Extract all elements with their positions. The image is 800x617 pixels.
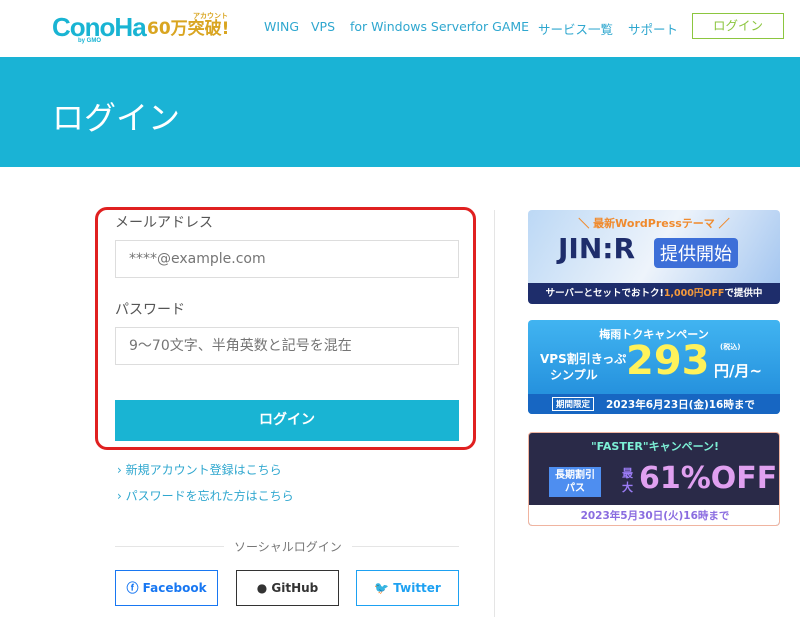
chevron-right-icon: ›: [117, 463, 126, 477]
ad-tsuyu-unit: 円/月~: [714, 362, 763, 380]
nav-windows[interactable]: for Windows Server: [350, 19, 472, 34]
ad-tsuyu-left2: シンプル: [550, 368, 598, 382]
facebook-login-button[interactable]: ⓕ Facebook: [115, 570, 218, 606]
ad-jinr-highlight: 1,000円OFF: [663, 288, 725, 299]
ad-faster-left2: パス: [565, 483, 585, 494]
twitter-icon: 🐦: [374, 581, 394, 595]
ad-jinr-top: ＼ 最新WordPressテーマ ／: [578, 217, 730, 230]
header-login-button[interactable]: ログイン: [692, 13, 784, 39]
forgot-password-link[interactable]: › パスワードを忘れた方はこちら: [117, 487, 294, 504]
ad-faster-max: 最大: [622, 467, 633, 494]
hero-banner: ログイン: [0, 57, 800, 167]
ad-faster-pct: 61%OFF: [639, 461, 778, 496]
ad-faster-top: "FASTER"キャンペーン!: [590, 440, 720, 453]
github-icon: ●: [256, 581, 272, 595]
badge-text: 60万突破!: [147, 19, 230, 39]
ad-tsuyu-left1: VPS割引きっぷ: [540, 352, 627, 366]
ad-tsuyu-date: 2023年6月23日(金)16時まで: [606, 399, 755, 411]
ad-faster[interactable]: "FASTER"キャンペーン! 長期割引パス 最大 61%OFF 2023年5月…: [528, 432, 780, 526]
conoha-logo[interactable]: ConoHa by GMO: [52, 12, 147, 44]
register-link-text: 新規アカウント登録はこちら: [125, 463, 282, 477]
twitter-login-button[interactable]: 🐦 Twitter: [356, 570, 459, 606]
forgot-link-text: パスワードを忘れた方はこちら: [125, 489, 294, 503]
ad-jinr[interactable]: ＼ 最新WordPressテーマ ／ JIN:R 提供開始 サーバーとセットでお…: [528, 210, 780, 304]
github-login-button[interactable]: ● GitHub: [236, 570, 339, 606]
accounts-badge: アカウント 60万突破!: [147, 12, 230, 39]
ad-tsuyu-tax: (税込): [720, 343, 741, 351]
ad-tsuyu[interactable]: 梅雨トクキャンペーン VPS割引きっぷ シンプル 293 (税込) 円/月~ 期…: [528, 320, 780, 414]
ad-jinr-main: JIN:R: [558, 232, 636, 265]
login-submit-button[interactable]: ログイン: [115, 400, 459, 441]
site-header: ConoHa by GMO アカウント 60万突破! WING VPS for Wi…: [0, 0, 800, 57]
nav-vps[interactable]: VPS: [311, 19, 335, 34]
facebook-label: Facebook: [142, 581, 207, 595]
nav-wing[interactable]: WING: [264, 19, 299, 34]
ad-tsuyu-badge: 期間限定: [552, 397, 595, 411]
facebook-icon: ⓕ: [126, 581, 143, 595]
nav-support[interactable]: サポート: [628, 19, 678, 38]
github-label: GitHub: [271, 581, 319, 595]
ad-faster-left1: 長期割引: [555, 470, 595, 481]
email-input[interactable]: [115, 240, 459, 278]
column-divider: [494, 210, 495, 617]
badge-small: アカウント: [193, 12, 228, 20]
chevron-right-icon: ›: [117, 489, 126, 503]
password-input[interactable]: [115, 327, 459, 365]
logo-sub: by GMO: [78, 38, 102, 44]
password-label: パスワード: [115, 302, 185, 318]
page-title: ログイン: [52, 99, 181, 137]
email-label: メールアドレス: [115, 215, 213, 231]
ad-faster-date: 2023年5月30日(火)16時まで: [529, 505, 779, 525]
ad-tsuyu-price: 293: [626, 338, 710, 384]
nav-services[interactable]: サービス一覧: [538, 19, 613, 38]
ad-jinr-bottom: サーバーとセットでおトク!: [545, 288, 664, 299]
nav-game[interactable]: for GAME: [471, 19, 529, 34]
register-link[interactable]: › 新規アカウント登録はこちら: [117, 461, 282, 478]
ad-jinr-bottom2: で提供中: [724, 288, 763, 299]
ad-jinr-tag: 提供開始: [654, 238, 738, 268]
social-login-label: ソーシャルログイン: [224, 538, 352, 555]
twitter-label: Twitter: [393, 581, 441, 595]
